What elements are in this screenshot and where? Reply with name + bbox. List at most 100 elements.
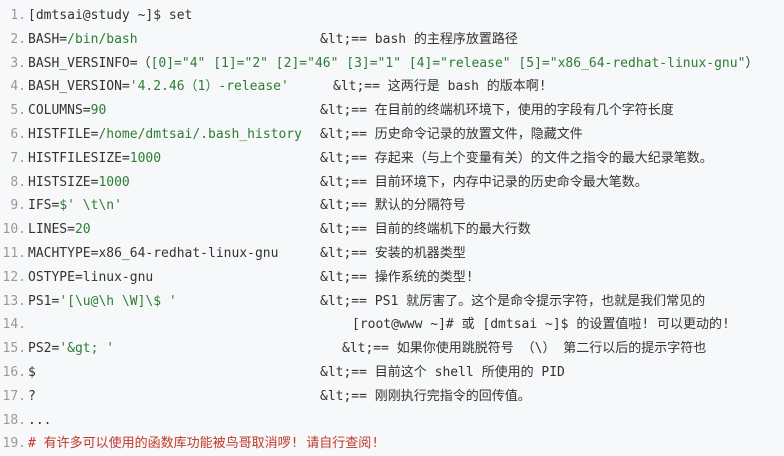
- code-text: IFS=$' \t\n': [28, 194, 122, 218]
- inline-comment: &lt;== PS1 就厉害了。这个是命令提示字符，也就是我们常见的: [320, 293, 706, 309]
- line-number: 17.: [2, 388, 26, 404]
- code-token: $: [28, 364, 36, 380]
- line-number: 4.: [10, 79, 26, 95]
- code-token: HISTFILESIZE=: [28, 150, 130, 166]
- code-text: LINES=20: [28, 218, 91, 242]
- code-text: PS1='[\u@\h \W]\$ ': [28, 290, 177, 314]
- code-token: ...: [28, 412, 52, 428]
- code-line: 7. HISTFILESIZE=1000 &lt;== 存起来（与上个变量有关）的文…: [0, 147, 784, 171]
- code-token: OSTYPE=linux-gnu: [28, 269, 154, 285]
- code-text: COLUMNS=90: [28, 99, 106, 123]
- comment-token: # 有许多可以使用的函数库功能被鸟哥取消啰! 请自行查阅!: [28, 436, 380, 452]
- code-token: ）: [745, 55, 759, 71]
- code-line: 1. [dmtsai@study ~]$ set: [0, 4, 784, 28]
- code-text: HISTSIZE=1000: [28, 171, 130, 195]
- inline-comment: &lt;== 目前这个 shell 所使用的 PID: [320, 364, 565, 380]
- inline-comment: &lt;== 目前的终端机下的最大行数: [320, 222, 531, 238]
- line-number: 1.: [10, 8, 26, 23]
- code-token: COLUMNS=: [28, 103, 91, 119]
- inline-comment: &lt;== bash 的主程序放置路径: [320, 31, 518, 47]
- string-token: [0]="4" [1]="2" [2]="46" [3]="1" [4]="re…: [150, 55, 746, 71]
- code-text: ...: [28, 409, 51, 433]
- inline-comment: &lt;== 安装的机器类型: [320, 245, 466, 261]
- inline-comment: &lt;== 在目前的终端机环境下，使用的字段有几个字符长度: [320, 103, 674, 119]
- code-token: [dmtsai@study ~]$ set: [28, 8, 193, 23]
- code-line: 16. $ &lt;== 目前这个 shell 所使用的 PID: [0, 361, 784, 385]
- string-token: '[\u@\h \W]\$ ': [59, 293, 177, 309]
- code-text: PS2='&gt; ': [28, 337, 114, 361]
- inline-comment: &lt;== 存起来（与上个变量有关）的文件之指令的最大纪录笔数。: [320, 150, 713, 166]
- code-text: ?: [28, 385, 36, 409]
- line-number: 15.: [2, 341, 26, 357]
- line-number: 9.: [10, 198, 26, 214]
- code-text: BASH_VERSINFO=（[0]="4" [1]="2" [2]="46" …: [28, 52, 758, 76]
- string-token: '4.2.46（1）-release': [129, 79, 289, 95]
- code-line: 3. BASH_VERSINFO=（[0]="4" [1]="2" [2]="46…: [0, 52, 784, 76]
- code-line: 8. HISTSIZE=1000 &lt;== 目前环境下，内存中记录的历史命令最大…: [0, 171, 784, 195]
- code-line: 12. OSTYPE=linux-gnu &lt;== 操作系统的类型!: [0, 266, 784, 290]
- string-token: /home/dmtsai/.bash_history: [98, 126, 302, 142]
- string-token: 1000: [129, 150, 162, 166]
- code-line: 19. # 有许多可以使用的函数库功能被鸟哥取消啰! 请自行查阅!: [0, 432, 784, 456]
- line-number: 2.: [10, 31, 26, 47]
- string-token: 90: [90, 103, 107, 119]
- line-number: 3.: [10, 55, 26, 71]
- code-line: 14. [root@www ~]# 或 [dmtsai ~]$ 的设置值啦! 可以…: [0, 313, 784, 337]
- inline-comment: &lt;== 目前环境下，内存中记录的历史命令最大笔数。: [320, 174, 648, 190]
- code-token: BASH_VERSINFO=（: [28, 55, 151, 71]
- code-line: 10. LINES=20 &lt;== 目前的终端机下的最大行数: [0, 218, 784, 242]
- code-text: # 有许多可以使用的函数库功能被鸟哥取消啰! 请自行查阅!: [28, 432, 379, 456]
- code-token: HISTSIZE=: [28, 174, 99, 190]
- code-text: BASH=/bin/bash: [28, 28, 138, 52]
- inline-comment: &lt;== 默认的分隔符号: [320, 198, 466, 214]
- code-line: 13. PS1='[\u@\h \W]\$ ' &lt;== PS1 就厉害了。这个…: [0, 290, 784, 314]
- code-token: ?: [28, 388, 36, 404]
- line-number: 12.: [2, 269, 26, 285]
- inline-comment: &lt;== 刚刚执行完指令的回传值。: [320, 388, 531, 404]
- code-line: 17.? &lt;== 刚刚执行完指令的回传值。: [0, 385, 784, 409]
- code-text: MACHTYPE=x86_64-redhat-linux-gnu: [28, 242, 278, 266]
- code-token: IFS=: [28, 198, 60, 214]
- string-token: /bin/bash: [67, 31, 138, 47]
- string-token: 1000: [98, 174, 130, 190]
- line-number: 10.: [2, 222, 26, 238]
- line-number: 18.: [2, 412, 26, 428]
- code-token: PS2=: [28, 341, 60, 357]
- line-number: 13.: [2, 293, 26, 309]
- code-block: 1. [dmtsai@study ~]$ set 2. BASH=/bin/bash &…: [0, 0, 784, 455]
- inline-comment: &lt;== 如果你使用跳脱符号 （\） 第二行以后的提示字符也: [342, 341, 707, 357]
- code-line: 5. COLUMNS=90 &lt;== 在目前的终端机环境下，使用的字段有几个字符…: [0, 99, 784, 123]
- code-line: 4. BASH_VERSION='4.2.46（1）-release' &lt;==…: [0, 75, 784, 99]
- string-token: 20: [74, 222, 91, 238]
- code-line: 6. HISTFILE=/home/dmtsai/.bash_history &lt…: [0, 123, 784, 147]
- code-text: HISTFILESIZE=1000: [28, 147, 161, 171]
- line-number: 8.: [10, 174, 26, 190]
- line-number: 14.: [2, 317, 26, 333]
- code-text: OSTYPE=linux-gnu: [28, 266, 153, 290]
- code-line: 2. BASH=/bin/bash &lt;== bash 的主程序放置路径: [0, 28, 784, 52]
- code-text: $: [28, 361, 36, 385]
- code-line: 11. MACHTYPE=x86_64-redhat-linux-gnu &lt;=…: [0, 242, 784, 266]
- code-token: BASH_VERSION=: [28, 79, 130, 95]
- line-number: 19.: [2, 436, 26, 452]
- code-token: LINES=: [28, 222, 75, 238]
- inline-comment: &lt;== 这两行是 bash 的版本啊!: [333, 79, 547, 95]
- code-token: BASH=: [28, 31, 68, 47]
- line-number: 11.: [2, 245, 26, 261]
- string-token: '&gt; ': [59, 341, 115, 357]
- code-line: 18....: [0, 409, 784, 433]
- inline-comment: &lt;== 历史命令记录的放置文件，隐藏文件: [320, 126, 583, 142]
- string-token: $' \t\n': [59, 198, 122, 214]
- line-number: 5.: [10, 103, 26, 119]
- code-text: HISTFILE=/home/dmtsai/.bash_history: [28, 123, 302, 147]
- code-text: [dmtsai@study ~]$ set: [28, 4, 192, 28]
- code-token: PS1=: [28, 293, 60, 309]
- line-number: 16.: [2, 364, 26, 380]
- code-token: HISTFILE=: [28, 126, 99, 142]
- code-text: BASH_VERSION='4.2.46（1）-release': [28, 75, 289, 99]
- line-number: 7.: [10, 150, 26, 166]
- code-line: 9. IFS=$' \t\n' &lt;== 默认的分隔符号: [0, 194, 784, 218]
- line-number: 6.: [10, 126, 26, 142]
- code-token: MACHTYPE=x86_64-redhat-linux-gnu: [28, 245, 279, 261]
- code-line: 15. PS2='&gt; ' &lt;== 如果你使用跳脱符号 （\） 第二行以后…: [0, 337, 784, 361]
